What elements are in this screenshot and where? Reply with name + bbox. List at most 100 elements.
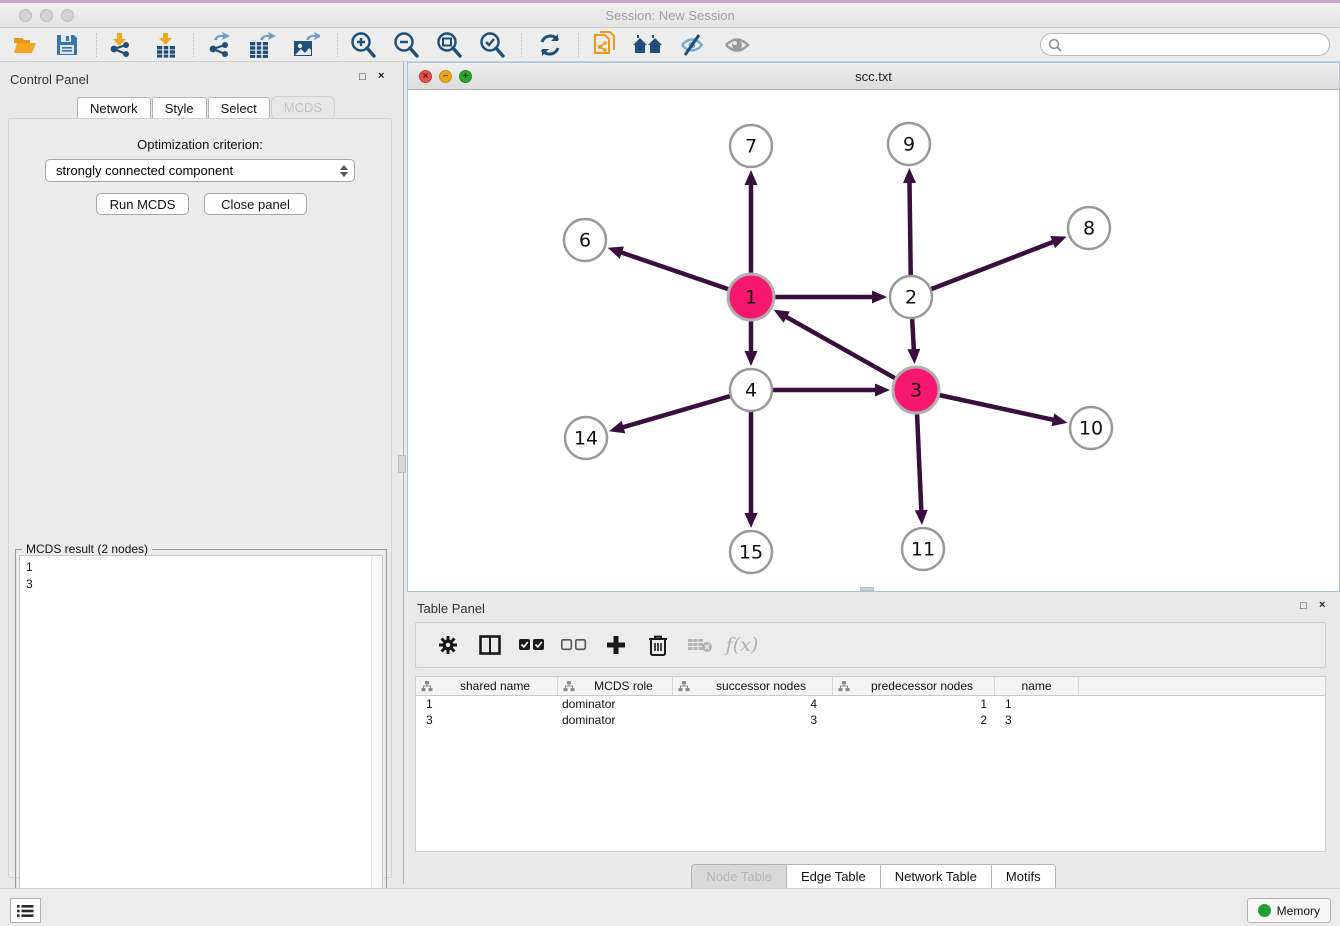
zoom-out-icon[interactable] (389, 31, 423, 59)
cell-predecessor-nodes[interactable]: 1 (833, 697, 995, 711)
cell-successor-nodes[interactable]: 3 (673, 713, 833, 727)
close-panel-icon[interactable]: × (378, 70, 384, 82)
column-header-predecessor-nodes[interactable]: predecessor nodes (833, 677, 995, 695)
graph-node-10[interactable]: 10 (1070, 407, 1112, 449)
refresh-view-icon[interactable] (533, 31, 567, 59)
graph-edge[interactable] (931, 241, 1055, 289)
function-builder-icon[interactable]: f(x) (728, 631, 756, 659)
graph-edge[interactable] (622, 396, 731, 428)
graph-edge[interactable] (909, 181, 910, 276)
column-header-shared-name[interactable]: shared name (416, 677, 558, 695)
search-icon (1048, 38, 1062, 52)
mcds-result-text[interactable]: 1 3 (19, 555, 383, 923)
graph-node-label: 11 (911, 539, 935, 561)
graph-node-4[interactable]: 4 (730, 369, 772, 411)
optimization-criterion-select[interactable]: strongly connected component (45, 159, 355, 182)
cell-name[interactable]: 3 (995, 713, 1079, 727)
close-panel-button[interactable]: Close panel (204, 193, 307, 215)
network-canvas[interactable]: 7 9 6 8 1 2 4 3 14 10 15 11 (408, 90, 1334, 592)
table-header-row: shared name MCDS role successor nodes pr… (416, 677, 1325, 696)
tab-network[interactable]: Network (77, 97, 151, 120)
graph-edge-arrowhead (745, 351, 758, 366)
graph-edge-arrowhead (745, 170, 758, 185)
tab-mcds[interactable]: MCDS (271, 96, 335, 120)
mcds-result-scrollbar[interactable] (371, 556, 382, 922)
export-network-icon[interactable] (202, 31, 236, 59)
network-table-splitter-handle[interactable] (860, 587, 874, 591)
run-mcds-button[interactable]: Run MCDS (96, 193, 189, 215)
cell-name[interactable]: 1 (995, 697, 1079, 711)
network-view-window: × − + scc.txt 7 9 6 8 1 2 4 3 14 10 15 11 (407, 62, 1340, 592)
graph-node-8[interactable]: 8 (1068, 207, 1110, 249)
zoom-selected-icon[interactable] (475, 31, 509, 59)
graph-edge-arrowhead (872, 291, 887, 304)
graph-edge[interactable] (620, 252, 729, 290)
task-history-button[interactable] (10, 898, 41, 923)
show-all-icon[interactable] (720, 31, 754, 59)
search-input[interactable] (1062, 38, 1329, 52)
panel-splitter[interactable] (403, 62, 404, 884)
table-settings-icon[interactable] (434, 631, 462, 659)
tab-network-table[interactable]: Network Table (881, 864, 992, 890)
search-field[interactable] (1040, 33, 1330, 56)
toolbar-separator (521, 33, 522, 57)
graph-node-15[interactable]: 15 (730, 531, 772, 573)
table-row[interactable]: 1 dominator 4 1 1 (416, 696, 1325, 712)
export-image-icon[interactable] (289, 31, 323, 59)
graph-edge-arrowhead (745, 513, 758, 528)
import-table-icon[interactable] (149, 31, 183, 59)
open-session-icon[interactable] (8, 31, 42, 59)
zoom-in-icon[interactable] (346, 31, 380, 59)
graph-edge[interactable] (917, 413, 921, 512)
cell-mcds-role[interactable]: dominator (558, 697, 673, 711)
graph-node-9[interactable]: 9 (888, 123, 930, 165)
network-window-titlebar: × − + scc.txt (408, 63, 1339, 90)
graph-node-label: 6 (579, 230, 591, 252)
tab-style[interactable]: Style (152, 97, 207, 120)
tab-node-table[interactable]: Node Table (691, 864, 787, 890)
float-table-panel-icon[interactable]: □ (1300, 600, 1307, 612)
column-header-mcds-role[interactable]: MCDS role (558, 677, 673, 695)
cell-shared-name[interactable]: 3 (416, 713, 558, 727)
tab-motifs[interactable]: Motifs (992, 864, 1056, 890)
graph-edge[interactable] (938, 395, 1054, 420)
delete-table-icon[interactable] (686, 631, 714, 659)
browser-mode-icon[interactable] (476, 631, 504, 659)
column-header-name[interactable]: name (995, 677, 1079, 695)
graph-node-6[interactable]: 6 (564, 219, 606, 261)
hide-selected-icon[interactable] (675, 31, 709, 59)
graph-edge[interactable] (785, 316, 896, 379)
cell-shared-name[interactable]: 1 (416, 697, 558, 711)
graph-node-11[interactable]: 11 (902, 528, 944, 570)
graph-edge[interactable] (912, 318, 914, 351)
zoom-fit-icon[interactable] (432, 31, 466, 59)
first-neighbors-icon[interactable] (631, 31, 665, 59)
cell-mcds-role[interactable]: dominator (558, 713, 673, 727)
tab-select[interactable]: Select (208, 97, 270, 120)
close-table-panel-icon[interactable]: × (1319, 599, 1325, 611)
memory-button[interactable]: Memory (1247, 898, 1331, 923)
column-header-successor-nodes[interactable]: successor nodes (673, 677, 833, 695)
add-column-icon[interactable] (602, 631, 630, 659)
graph-node-2[interactable]: 2 (890, 276, 932, 318)
export-table-icon[interactable] (245, 31, 279, 59)
tab-edge-table[interactable]: Edge Table (787, 864, 881, 890)
graph-node-1[interactable]: 1 (728, 274, 774, 320)
import-network-icon[interactable] (103, 31, 137, 59)
graph-node-3[interactable]: 3 (893, 367, 939, 413)
deselect-all-icon[interactable] (560, 631, 588, 659)
cell-successor-nodes[interactable]: 4 (673, 697, 833, 711)
graph-node-14[interactable]: 14 (565, 417, 607, 459)
table-row[interactable]: 3 dominator 3 2 3 (416, 712, 1325, 728)
clone-network-icon[interactable] (588, 31, 622, 59)
panel-splitter-handle[interactable] (398, 455, 406, 473)
cell-predecessor-nodes[interactable]: 2 (833, 713, 995, 727)
graph-node-7[interactable]: 7 (730, 125, 772, 167)
graph-node-label: 1 (745, 287, 757, 309)
graph-edge-arrowhead (608, 247, 624, 259)
select-all-icon[interactable] (518, 631, 546, 659)
save-session-icon[interactable] (50, 31, 84, 59)
delete-column-icon[interactable] (644, 631, 672, 659)
graph-edge-arrowhead (609, 421, 625, 433)
float-panel-icon[interactable]: □ (359, 71, 366, 83)
